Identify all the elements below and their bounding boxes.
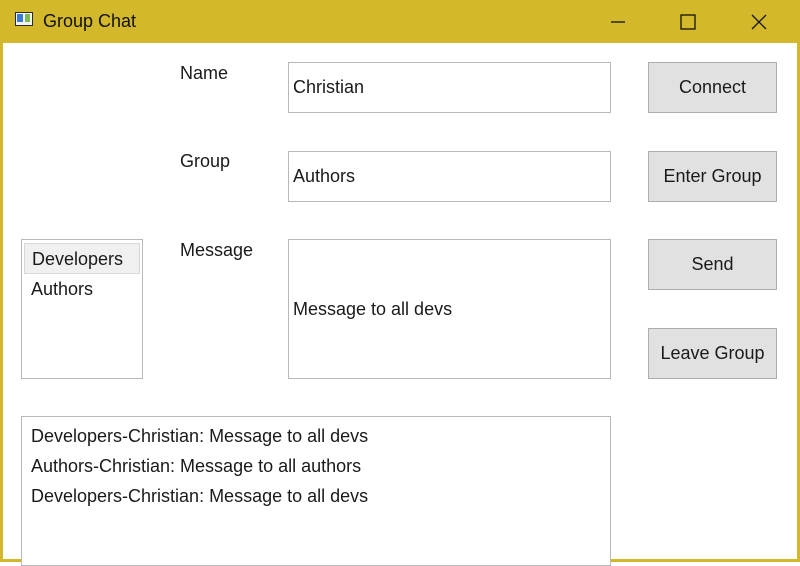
group-list-item[interactable]: Authors <box>22 274 142 304</box>
maximize-button[interactable] <box>658 0 718 43</box>
name-input[interactable]: Christian <box>288 62 611 113</box>
groups-listbox[interactable]: Developers Authors <box>21 239 143 379</box>
group-chat-window: Group Chat Name Christian Group Authors … <box>0 0 800 566</box>
message-list-item[interactable]: Authors-Christian: Message to all author… <box>22 451 610 481</box>
minimize-icon <box>611 20 625 23</box>
name-label: Name <box>180 63 229 83</box>
group-list-item[interactable]: Developers <box>24 243 140 274</box>
minimize-button[interactable] <box>588 0 648 43</box>
enter-group-button[interactable]: Enter Group <box>648 151 777 202</box>
message-list-item[interactable]: Developers-Christian: Message to all dev… <box>22 421 610 451</box>
send-button[interactable]: Send <box>648 239 777 290</box>
group-label: Group <box>180 151 231 171</box>
window-title: Group Chat <box>43 11 137 31</box>
app-window-icon <box>15 12 33 26</box>
leave-group-button[interactable]: Leave Group <box>648 328 777 379</box>
connect-button[interactable]: Connect <box>648 62 777 113</box>
title-bar[interactable]: Group Chat <box>0 0 800 43</box>
group-input[interactable]: Authors <box>288 151 611 202</box>
messages-listbox[interactable]: Developers-Christian: Message to all dev… <box>21 416 611 566</box>
message-input[interactable]: Message to all devs <box>288 239 611 379</box>
maximize-icon <box>680 13 696 30</box>
close-button[interactable] <box>729 0 789 43</box>
message-list-item[interactable]: Developers-Christian: Message to all dev… <box>22 481 610 511</box>
close-icon <box>751 14 767 29</box>
message-label: Message <box>180 240 254 260</box>
